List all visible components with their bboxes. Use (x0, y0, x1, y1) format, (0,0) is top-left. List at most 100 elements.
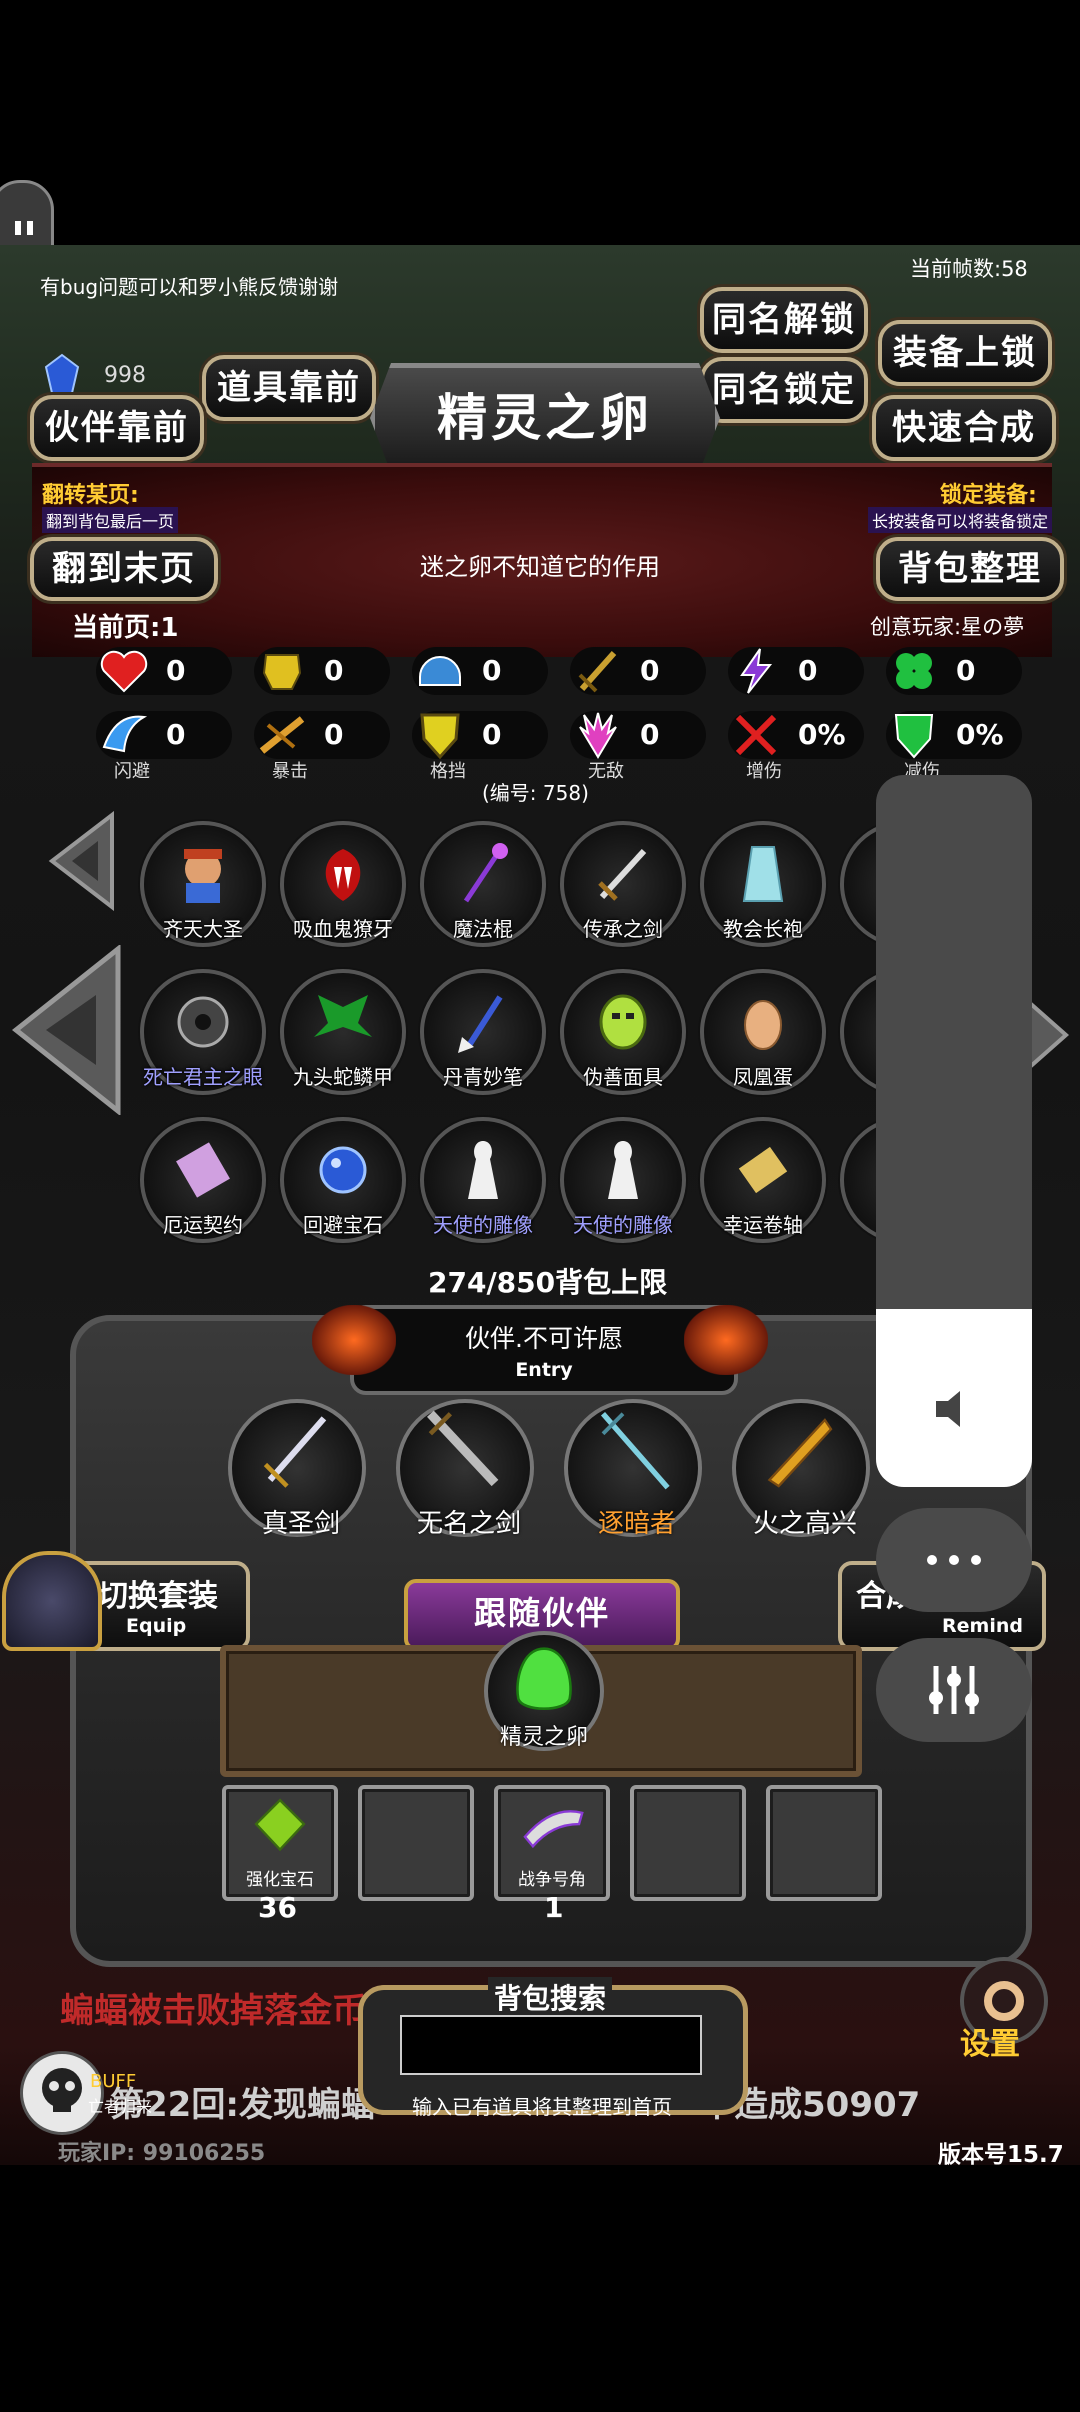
weapon-slot[interactable]: 真圣剑 (228, 1399, 366, 1539)
partner-banner: 伙伴.不可许愿 Entry (350, 1305, 738, 1395)
stat-speed-value: 0 (798, 654, 818, 687)
spirit-egg-icon (516, 1647, 572, 1710)
page-prev-large-arrow[interactable] (10, 943, 122, 1117)
consumable-count: 36 (258, 1891, 297, 1924)
grid-item[interactable]: 伪善面具 (560, 969, 686, 1095)
buff-subtitle: 亡者归来 (88, 2097, 153, 2116)
war-horn-icon (523, 1810, 584, 1849)
grid-item[interactable]: 幸运卷轴 (700, 1117, 826, 1243)
weapon-slot[interactable]: 火之高兴 (732, 1399, 870, 1539)
grid-item[interactable]: 回避宝石 (280, 1117, 406, 1243)
weapon-label: 火之高兴 (752, 1509, 857, 1539)
settings-label[interactable]: 设置 (960, 2019, 1020, 2063)
same-name-lock-button[interactable]: 同名锁定 (700, 357, 868, 423)
stat-attack-value: 0 (640, 654, 660, 687)
search-hint: 输入已有道具将其整理到首页 (412, 2095, 672, 2119)
flame-ornament-left (312, 1305, 396, 1375)
stat-speed: 0 (728, 647, 864, 695)
grid-item-label: 魔法棍 (453, 917, 513, 941)
angel-statue-icon (608, 1141, 638, 1199)
enhance-gem-icon (254, 1798, 306, 1852)
item-description: 迷之卵不知道它的作用 (420, 553, 660, 581)
consumable-slot[interactable] (358, 1785, 474, 1901)
equip-lock-button[interactable]: 装备上锁 (878, 320, 1052, 386)
bug-notice: 有bug问题可以和罗小熊反馈谢谢 (40, 275, 339, 299)
consumable-slot[interactable]: 战争号角 (494, 1785, 610, 1901)
sound-settings-button[interactable] (876, 1638, 1032, 1742)
consumable-slot[interactable] (766, 1785, 882, 1901)
angel-statue-icon (468, 1141, 498, 1199)
stat-block: 0 格挡 (412, 711, 548, 782)
grid-item-label: 回避宝石 (303, 1213, 383, 1237)
creator-credit: 创意玩家:星の夢 (870, 615, 1025, 639)
stat-crit-label: 暴击 (272, 761, 308, 782)
stat-luck-value: 0 (956, 654, 976, 687)
partner-front-button[interactable]: 伙伴靠前 (30, 395, 204, 461)
equalizer-icon (929, 1666, 979, 1714)
grid-item[interactable]: 死亡君主之眼 (140, 969, 266, 1095)
title-banner: 精灵之卵 (370, 363, 720, 473)
stat-block-label: 格挡 (430, 761, 466, 782)
weapon-slot[interactable]: 无名之剑 (396, 1399, 534, 1539)
stat-hp-value: 0 (166, 654, 186, 687)
grid-item[interactable]: 教会长袍 (700, 821, 826, 947)
consumable-count: 1 (544, 1891, 564, 1924)
volume-slider[interactable] (876, 775, 1032, 1487)
magic-staff-icon (463, 843, 508, 903)
grid-item-label: 天使的雕像 (433, 1213, 533, 1237)
search-input[interactable] (400, 2015, 702, 2075)
hypocrite-mask-icon (599, 994, 647, 1050)
stat-armor-value: 0 (324, 654, 344, 687)
stat-luck: 0 (886, 647, 1022, 695)
more-icon (927, 1555, 981, 1565)
stat-damage-reduce: 0% 减伤 (886, 711, 1022, 782)
grid-item[interactable]: 魔法棍 (420, 821, 546, 947)
page-prev-small-arrow[interactable] (46, 810, 116, 912)
gem-count: 998 (104, 363, 146, 388)
grid-item[interactable]: 天使的雕像 (560, 1117, 686, 1243)
grid-item-label: 九头蛇鳞甲 (293, 1065, 393, 1089)
grid-item[interactable]: 齐天大圣 (140, 821, 266, 947)
grid-item[interactable]: 传承之剑 (560, 821, 686, 947)
grid-item-label: 传承之剑 (583, 917, 663, 941)
armor-icon (262, 654, 302, 690)
switch-set-sub: Equip (126, 1615, 187, 1637)
vampire-fang-icon (325, 849, 361, 901)
version-number: 版本号15.7 (938, 2142, 1064, 2168)
to-last-page-button[interactable]: 翻到末页 (30, 537, 218, 601)
battle-log-line: 蝙蝠被击败掉落金币 (60, 1991, 366, 2031)
grid-item-label: 凤凰蛋 (733, 1065, 793, 1089)
consumable-slot[interactable]: 强化宝石 (222, 1785, 338, 1901)
death-lord-eye-icon (177, 996, 229, 1048)
item-title: 精灵之卵 (437, 389, 653, 447)
grid-item[interactable]: 凤凰蛋 (700, 969, 826, 1095)
lightning-icon (740, 648, 773, 694)
stat-helmet: 0 (412, 647, 548, 695)
grid-item[interactable]: 吸血鬼獠牙 (280, 821, 406, 947)
grid-item[interactable]: 九头蛇鳞甲 (280, 969, 406, 1095)
grid-item-label: 丹青妙笔 (443, 1065, 523, 1089)
partner-slot[interactable]: 精灵之卵 (484, 1631, 604, 1751)
weapon-slot[interactable]: 逐暗者 (564, 1399, 702, 1539)
same-name-unlock-button[interactable]: 同名解锁 (700, 287, 868, 353)
more-options-button[interactable] (876, 1508, 1032, 1612)
clover-icon (896, 653, 932, 689)
weapon-label: 无名之剑 (416, 1509, 521, 1539)
stat-invincible-value: 0 (640, 718, 660, 751)
stat-helmet-value: 0 (482, 654, 502, 687)
lucky-scroll-icon (738, 1146, 788, 1194)
consumable-slot[interactable] (630, 1785, 746, 1901)
grid-item[interactable]: 天使的雕像 (420, 1117, 546, 1243)
grid-item[interactable]: 丹青妙笔 (420, 969, 546, 1095)
grid-item[interactable]: 厄运契约 (140, 1117, 266, 1243)
buff-title: BUFF (90, 2071, 137, 2092)
bag-sort-button[interactable]: 背包整理 (876, 537, 1064, 601)
evasion-gem-icon (319, 1146, 367, 1194)
stat-hp: 0 (96, 647, 232, 695)
grid-item-label: 吸血鬼獠牙 (293, 917, 393, 941)
quick-merge-button[interactable]: 快速合成 (872, 395, 1056, 461)
dodge-icon (102, 715, 148, 753)
partner-label: 精灵之卵 (499, 1725, 588, 1750)
item-front-button[interactable]: 道具靠前 (202, 355, 376, 421)
flip-page-label: 翻转某页: (42, 483, 139, 508)
